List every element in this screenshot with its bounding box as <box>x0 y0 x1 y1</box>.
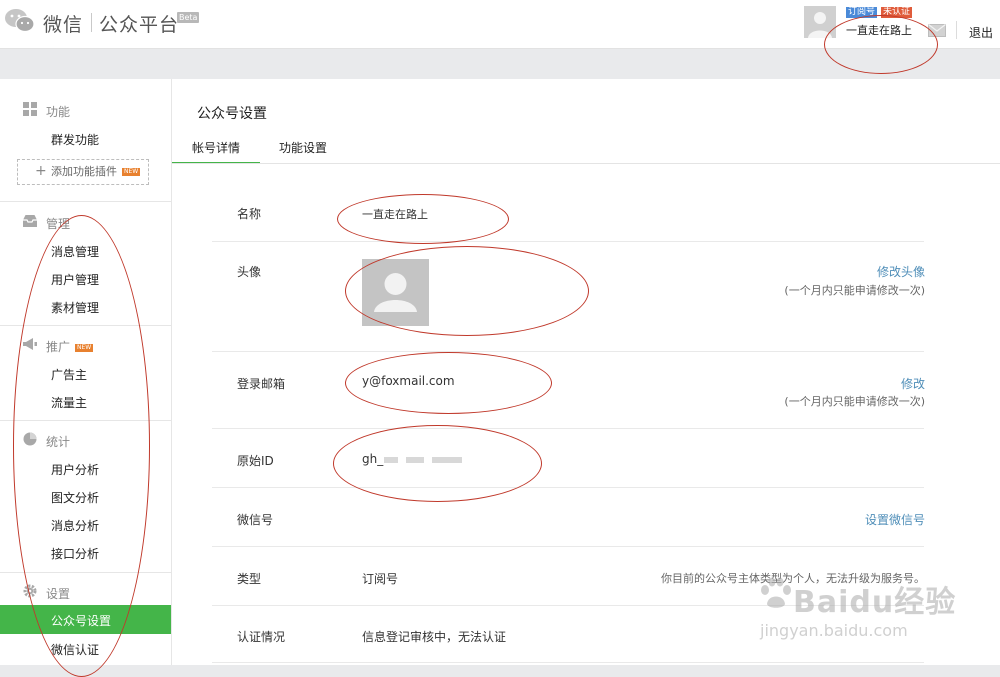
annotation-ellipse <box>345 246 589 336</box>
annotation-ellipse <box>13 215 150 677</box>
verification-label: 认证情况 <box>237 630 286 644</box>
row-divider <box>212 241 924 242</box>
row-divider <box>212 428 924 429</box>
add-plugin-button[interactable]: + 添加功能插件 NEW <box>17 159 149 185</box>
type-value: 订阅号 <box>362 572 399 586</box>
watermark-logo: Baidu经验 <box>793 585 957 620</box>
brand-divider <box>91 13 92 32</box>
watermark-url: jingyan.baidu.com <box>760 621 908 640</box>
verification-value: 信息登记审核中，无法认证 <box>362 630 507 644</box>
email-label: 登录邮箱 <box>237 377 286 391</box>
annotation-ellipse <box>333 425 542 502</box>
tab-function-settings[interactable]: 功能设置 <box>279 139 327 156</box>
logout-link[interactable]: 退出 <box>969 24 993 41</box>
add-plugin-label: 添加功能插件 <box>51 165 117 178</box>
annotation-ellipse <box>824 15 938 74</box>
sidebar-divider <box>0 201 171 202</box>
annotation-ellipse <box>345 352 552 414</box>
avatar-change-note: (一个月内只能申请修改一次) <box>784 284 925 297</box>
change-email-link[interactable]: 修改 <box>901 375 925 392</box>
tabs-underline <box>172 163 1000 164</box>
grid-icon <box>23 102 37 116</box>
brand-wechat[interactable]: 微信 <box>43 10 83 37</box>
original-id-label: 原始ID <box>237 454 274 468</box>
section-title-function: 功能 <box>46 105 71 119</box>
beta-badge: Beta <box>177 12 200 23</box>
name-label: 名称 <box>237 207 262 221</box>
tab-account-details[interactable]: 帐号详情 <box>172 139 260 164</box>
change-avatar-link[interactable]: 修改头像 <box>877 263 925 280</box>
wechat-logo-icon[interactable] <box>4 7 36 35</box>
row-divider <box>212 487 924 488</box>
row-divider <box>212 546 924 547</box>
brand-platform[interactable]: 公众平台 <box>99 10 179 37</box>
header-divider <box>956 21 957 39</box>
wechat-id-label: 微信号 <box>237 513 274 527</box>
email-change-note: (一个月内只能申请修改一次) <box>784 395 925 408</box>
page-title: 公众号设置 <box>197 106 267 122</box>
baidu-paw-icon <box>761 577 791 608</box>
row-divider <box>212 351 924 352</box>
type-label: 类型 <box>237 572 262 586</box>
annotation-ellipse <box>337 194 509 244</box>
row-divider <box>212 662 924 663</box>
avatar-label: 头像 <box>237 265 262 279</box>
sidebar-item-mass-send[interactable]: 群发功能 <box>51 131 99 148</box>
new-badge: NEW <box>122 168 141 176</box>
inbox-icon <box>23 215 37 227</box>
plus-icon: + <box>35 163 47 179</box>
set-wechat-id-link[interactable]: 设置微信号 <box>865 511 925 528</box>
